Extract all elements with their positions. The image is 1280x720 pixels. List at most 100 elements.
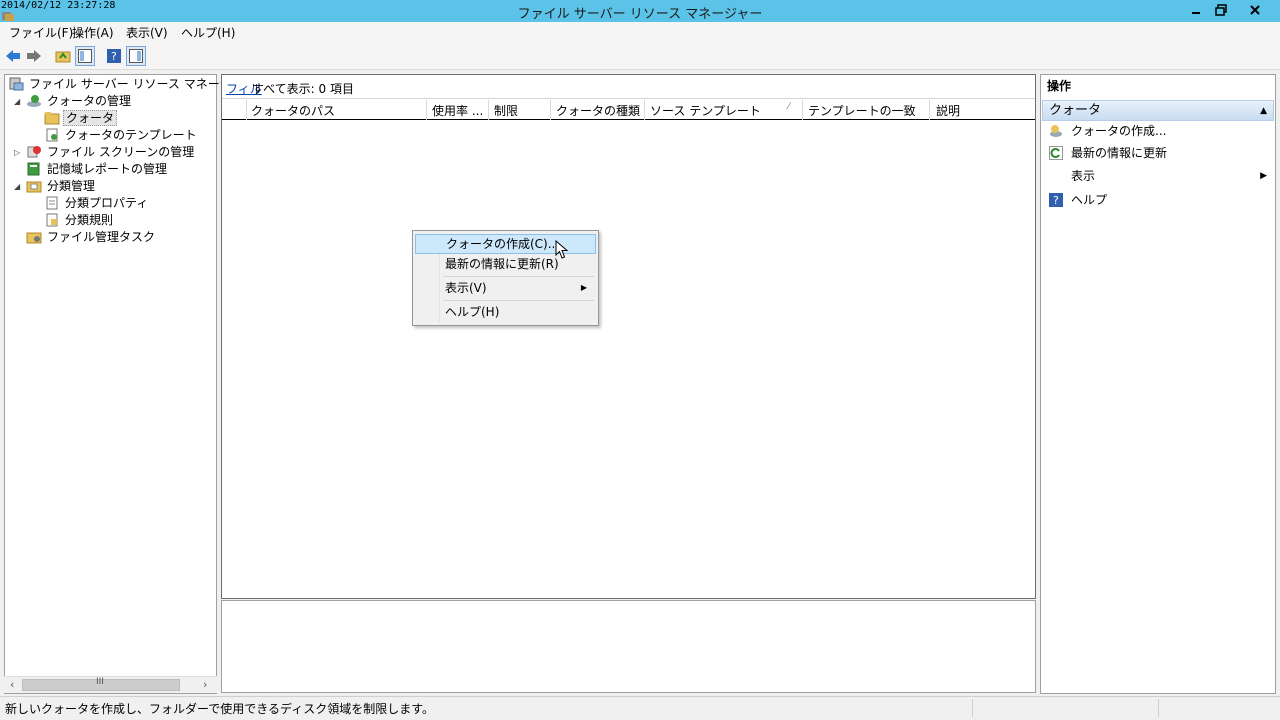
filter-summary: すべて表示: 0 項目 [252,82,354,96]
collapse-classification-toggle[interactable]: ◢ [14,182,20,191]
action-help[interactable]: ? ヘルプ [1049,190,1107,210]
tree-item-quota-templates[interactable]: クォータのテンプレート [44,127,199,144]
scroll-thumb[interactable]: III [22,677,180,691]
col-usage[interactable]: 使用率 ... [432,102,483,119]
tree-item-storage-reports[interactable]: 記憶域レポートの管理 [26,161,169,178]
status-text: 新しいクォータを作成し、フォルダーで使用できるディスク領域を制限します。 [5,702,435,716]
create-quota-icon [1050,125,1062,137]
restore-button[interactable] [1208,1,1234,19]
forward-button[interactable] [24,46,44,66]
tree-item-classification-rules[interactable]: 分類規則 [44,212,115,229]
action-pane-icon [129,49,143,63]
quota-template-icon [46,128,58,142]
tree-item-classification-management[interactable]: 分類管理 [26,178,97,195]
menu-separator [443,300,594,301]
console-tree-icon [78,49,92,63]
menu-help[interactable]: ヘルプ(H) [181,24,235,41]
classification-rule-icon [46,213,58,227]
submenu-arrow-icon: ▶ [1260,171,1267,181]
scroll-grip-icon: III [96,677,104,687]
status-bar: 新しいクォータを作成し、フォルダーで使用できるディスク領域を制限します。 [0,696,1280,720]
filter-bar: フィル すべて表示: 0 項目 [222,75,1035,99]
status-segment-divider [1158,699,1159,717]
svg-text:?: ? [1053,194,1059,207]
col-quota-path[interactable]: クォータのパス [251,102,335,119]
show-hide-tree-button[interactable] [75,46,95,66]
collapse-section-icon[interactable]: ▲ [1260,101,1267,121]
mouse-cursor-icon [555,240,569,259]
help-icon: ? [1049,193,1063,207]
action-view[interactable]: 表示 ▶ [1049,166,1267,186]
storage-report-icon [27,162,40,176]
column-divider [644,100,645,120]
classification-property-icon [46,196,58,210]
up-folder-button[interactable] [53,46,73,66]
action-create-quota[interactable]: クォータの作成... [1049,121,1166,141]
close-button[interactable] [1242,1,1268,19]
menu-bar: ファイル(F) 操作(A) 表示(V) ヘルプ(H) [0,22,1280,42]
column-headers: クォータのパス 使用率 ... 制限 クォータの種類 ソース テンプレート ⁄ … [222,100,1035,120]
quota-management-icon [27,95,41,107]
server-icon [9,77,24,91]
restore-icon [1215,4,1227,16]
col-limit[interactable]: 制限 [494,102,518,119]
menu-action[interactable]: 操作(A) [72,24,114,41]
tree-item-classification-properties[interactable]: 分類プロパティ [44,195,150,212]
col-source-template[interactable]: ソース テンプレート [650,102,761,119]
refresh-icon [1049,146,1063,160]
column-divider [802,100,803,120]
close-icon [1250,5,1260,15]
actions-section-label: クォータ [1049,103,1102,118]
show-hide-action-pane-button[interactable] [126,46,146,66]
expand-file-screen-toggle[interactable]: ▷ [14,148,20,157]
status-segment-divider [972,699,973,717]
actions-section-quota[interactable]: クォータ ▲ [1042,100,1274,121]
title-bar: 2014/02/12 23:27:28 ファイル サーバー リソース マネージャ… [0,0,1280,22]
folder-up-icon [55,51,71,63]
back-button[interactable] [3,46,23,66]
col-quota-type[interactable]: クォータの種類 [556,102,640,119]
column-divider [929,100,930,120]
help-icon: ? [107,49,121,63]
submenu-arrow-icon: ▶ [580,283,587,292]
menu-item-help[interactable]: ヘルプ(H) [415,302,596,322]
quota-list-pane: フィル すべて表示: 0 項目 クォータのパス 使用率 ... 制限 クォータの… [221,74,1036,599]
tree-item-file-screen-management[interactable]: ファイル スクリーンの管理 [26,144,196,161]
menu-separator [443,276,594,277]
col-template-match[interactable]: テンプレートの一致 [808,102,916,119]
tree-item-file-management-tasks[interactable]: ファイル管理タスク [26,229,157,246]
action-refresh[interactable]: 最新の情報に更新 [1049,143,1167,163]
file-screen-icon [27,146,41,158]
sort-indicator-icon: ⁄ [788,102,790,112]
toolbar: ? [0,42,1280,70]
col-description[interactable]: 説明 [936,102,960,119]
forward-arrow-icon [27,50,41,62]
quota-folder-icon [44,112,60,125]
minimize-icon [1192,12,1200,14]
back-arrow-icon [6,50,20,62]
column-divider [426,100,427,120]
menu-item-view[interactable]: 表示(V) ▶ [415,278,596,298]
context-menu: クォータの作成(C)... 最新の情報に更新(R) 表示(V) ▶ ヘルプ(H) [412,230,599,326]
actions-header: 操作 [1041,75,1275,99]
console-tree: ファイル サーバー リソース マネージャー (ロ- ◢ クォータの管理 クォータ… [4,74,280,694]
window-title: ファイル サーバー リソース マネージャー [517,7,763,22]
detail-pane [221,600,1036,693]
classification-icon [26,181,42,193]
tree-item-quota[interactable]: クォータ [44,110,118,127]
scroll-right-arrow-icon[interactable]: › [203,678,207,691]
collapse-quota-mgmt-toggle[interactable]: ◢ [14,97,20,106]
actions-pane: 操作 クォータ ▲ クォータの作成... 最新の情報に更新 表示 ▶ ? ヘルプ [1040,74,1276,694]
file-task-icon [26,232,42,244]
column-divider [488,100,489,120]
scroll-left-arrow-icon[interactable]: ‹ [10,678,14,691]
tree-item-quota-management[interactable]: クォータの管理 [26,93,133,110]
column-divider [246,100,247,120]
help-button[interactable]: ? [104,46,124,66]
menu-view[interactable]: 表示(V) [126,24,168,41]
svg-text:?: ? [111,50,117,63]
column-divider [550,100,551,120]
tree-horizontal-scrollbar[interactable]: ‹ III › [4,676,217,693]
menu-file[interactable]: ファイル(F) [9,24,73,41]
minimize-button[interactable] [1183,1,1209,19]
